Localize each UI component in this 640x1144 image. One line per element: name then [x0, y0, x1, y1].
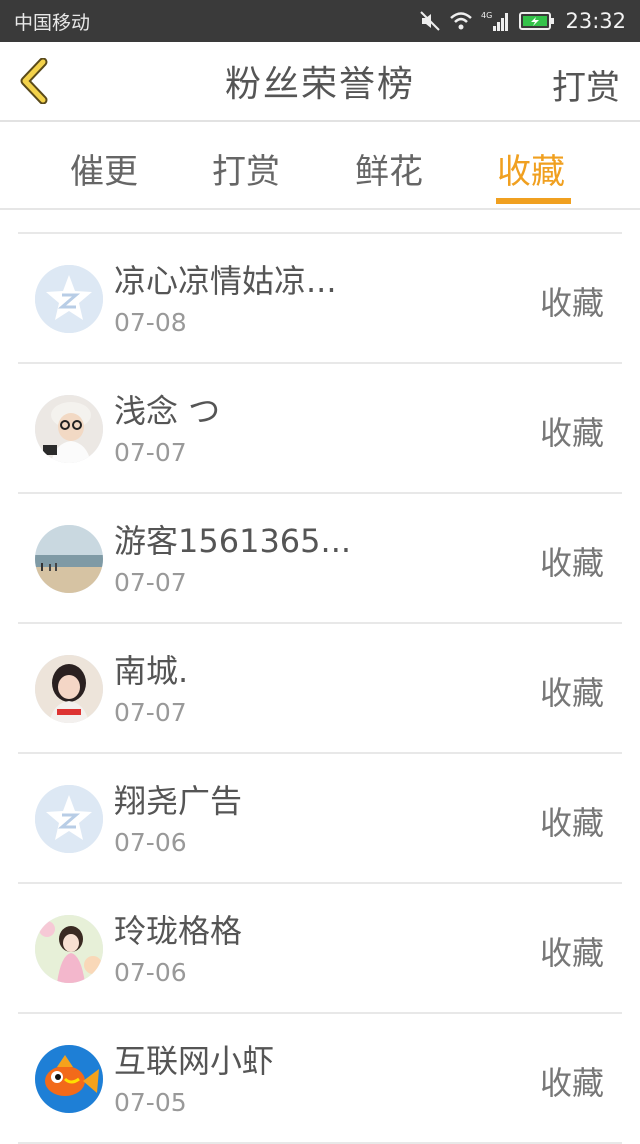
date-label: 07-06 [114, 958, 187, 987]
wifi-icon [449, 11, 473, 31]
carrier-label: 中国移动 [14, 11, 91, 34]
user-photo [35, 395, 103, 463]
tab-urge[interactable]: 催更 [70, 144, 138, 193]
page-title: 粉丝荣誉榜 [224, 64, 415, 105]
list-item[interactable]: 浅念 つ 07-07 收藏 [18, 364, 622, 494]
reward-button[interactable]: 打赏 [552, 60, 620, 109]
date-label: 07-07 [114, 568, 187, 597]
network-type-label: 4G [481, 11, 492, 20]
action-label: 收藏 [539, 544, 604, 582]
clock-time: 23:32 [565, 9, 626, 33]
tab-reward[interactable]: 打赏 [212, 144, 280, 193]
action-label: 收藏 [539, 934, 604, 972]
list-item[interactable]: 互联网小虾 07-05 收藏 [18, 1014, 622, 1144]
illustration-photo [35, 915, 103, 983]
user-name: 南城. [114, 652, 189, 690]
list-item[interactable]: 凉心凉情姑凉... 07-08 收藏 [18, 234, 622, 364]
qq-default-icon [35, 785, 103, 853]
action-label: 收藏 [539, 1064, 604, 1102]
date-label: 07-07 [114, 698, 187, 727]
list-item[interactable]: 翔尧广告 07-06 收藏 [18, 754, 622, 884]
chevron-left-icon [20, 58, 48, 104]
battery-charging-icon [519, 11, 555, 31]
status-bar: 中国移动 4G 23:32 [0, 0, 640, 42]
active-tab-indicator [496, 198, 571, 204]
girl-photo [35, 655, 103, 723]
user-name: 浅念 つ [114, 392, 221, 430]
action-label: 收藏 [539, 284, 604, 322]
mute-icon [419, 10, 441, 32]
user-name: 玲珑格格 [114, 912, 243, 950]
list-item[interactable]: 玲珑格格 07-06 收藏 [18, 884, 622, 1014]
user-name: 互联网小虾 [114, 1042, 275, 1080]
date-label: 07-05 [114, 1088, 187, 1117]
date-label: 07-07 [114, 438, 187, 467]
fish-icon [35, 1045, 103, 1113]
beach-photo [35, 525, 103, 593]
user-name: 翔尧广告 [114, 782, 243, 820]
tab-favorites[interactable]: 收藏 [497, 144, 565, 193]
date-label: 07-06 [114, 828, 187, 857]
qq-default-icon [35, 265, 103, 333]
action-label: 收藏 [539, 414, 604, 452]
back-button[interactable] [14, 56, 54, 106]
tab-bar: 催更 打赏 鲜花 收藏 [0, 122, 640, 210]
fan-list: 凉心凉情姑凉... 07-08 收藏 浅念 つ 07-07 收藏 游客15613… [18, 232, 622, 1144]
list-item[interactable]: 南城. 07-07 收藏 [18, 624, 622, 754]
action-label: 收藏 [539, 804, 604, 842]
nav-bar: 粉丝荣誉榜 打赏 [0, 42, 640, 122]
tab-flowers[interactable]: 鲜花 [355, 144, 423, 193]
user-name: 游客1561365... [114, 522, 352, 560]
user-name: 凉心凉情姑凉... [114, 262, 337, 300]
list-item[interactable]: 游客1561365... 07-07 收藏 [18, 494, 622, 624]
signal-icon: 4G [481, 10, 511, 32]
date-label: 07-08 [114, 308, 187, 337]
action-label: 收藏 [539, 674, 604, 712]
